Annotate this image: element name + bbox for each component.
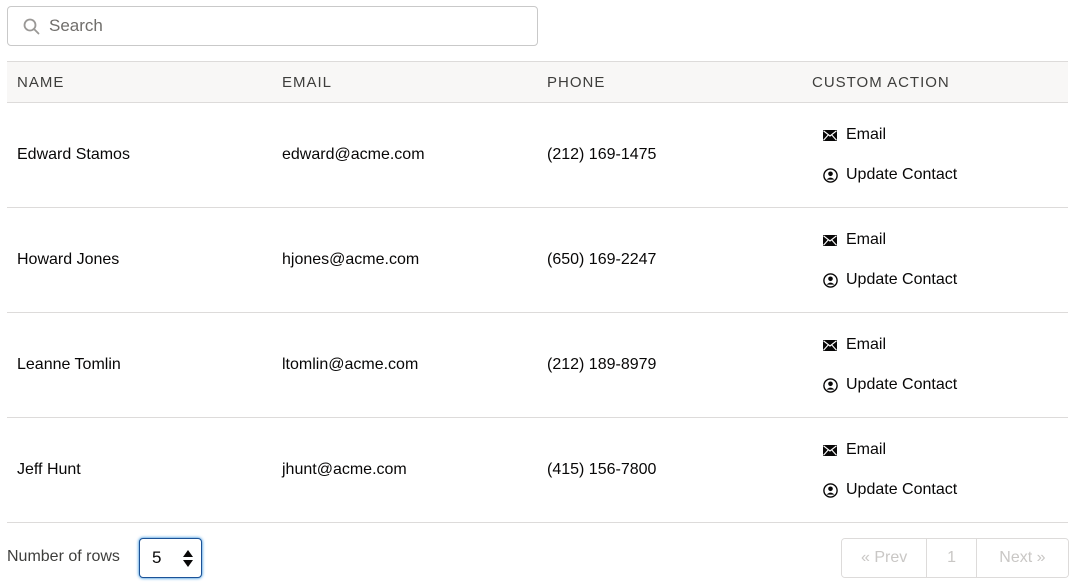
cell-phone: (212) 189-8979 (547, 356, 657, 373)
update-contact-action-button[interactable]: Update Contact (822, 376, 1068, 394)
update-contact-action-button[interactable]: Update Contact (822, 166, 1068, 184)
email-action-button[interactable]: Email (822, 231, 1068, 249)
search-input[interactable] (49, 16, 509, 36)
column-header-email[interactable]: EMAIL (272, 74, 537, 91)
cell-name: Leanne Tomlin (17, 356, 121, 373)
update-contact-label: Update Contact (846, 481, 958, 498)
next-page-button[interactable]: Next » (976, 539, 1068, 577)
contacts-table: NAME EMAIL PHONE CUSTOM ACTION Edward St… (7, 61, 1068, 523)
envelope-icon (822, 337, 838, 353)
cell-phone: (212) 169-1475 (547, 146, 657, 163)
table-row: Edward Stamos edward@acme.com (212) 169-… (7, 103, 1068, 208)
search-box[interactable] (7, 6, 538, 46)
rows-per-page-value: 5 (152, 548, 162, 567)
cell-email: jhunt@acme.com (282, 461, 407, 478)
cell-email: edward@acme.com (282, 146, 425, 163)
column-header-name[interactable]: NAME (7, 74, 272, 91)
email-action-button[interactable]: Email (822, 336, 1068, 354)
email-action-label: Email (846, 231, 887, 248)
cell-name: Edward Stamos (17, 146, 130, 163)
user-circle-icon (822, 482, 838, 498)
cell-email: ltomlin@acme.com (282, 356, 419, 373)
envelope-icon (822, 442, 838, 458)
envelope-icon (822, 232, 838, 248)
update-contact-action-button[interactable]: Update Contact (822, 481, 1068, 499)
cell-phone: (650) 169-2247 (547, 251, 657, 268)
user-circle-icon (822, 272, 838, 288)
update-contact-label: Update Contact (846, 271, 958, 288)
email-action-label: Email (846, 336, 887, 353)
rows-per-page-input[interactable]: 5 (139, 538, 202, 578)
rows-per-page-label: Number of rows (7, 548, 120, 565)
update-contact-action-button[interactable]: Update Contact (822, 271, 1068, 289)
table-row: Jeff Hunt jhunt@acme.com (415) 156-7800 … (7, 418, 1068, 523)
cell-phone: (415) 156-7800 (547, 461, 657, 478)
table-header: NAME EMAIL PHONE CUSTOM ACTION (7, 62, 1068, 103)
update-contact-label: Update Contact (846, 376, 958, 393)
cell-custom-action: Email Update Contact (802, 231, 1068, 289)
pagination: « Prev 1 Next » (841, 538, 1069, 578)
prev-page-button[interactable]: « Prev (842, 539, 928, 577)
envelope-icon (822, 127, 838, 143)
cell-custom-action: Email Update Contact (802, 336, 1068, 394)
cell-name: Howard Jones (17, 251, 120, 268)
cell-email: hjones@acme.com (282, 251, 420, 268)
table-row: Leanne Tomlin ltomlin@acme.com (212) 189… (7, 313, 1068, 418)
table-row: Howard Jones hjones@acme.com (650) 169-2… (7, 208, 1068, 313)
user-circle-icon (822, 167, 838, 183)
update-contact-label: Update Contact (846, 166, 958, 183)
search-icon (22, 17, 40, 35)
page-number-button[interactable]: 1 (927, 539, 977, 577)
column-header-phone[interactable]: PHONE (537, 74, 802, 91)
email-action-label: Email (846, 126, 887, 143)
stepper-arrows-icon[interactable] (183, 549, 193, 567)
email-action-button[interactable]: Email (822, 441, 1068, 459)
cell-custom-action: Email Update Contact (802, 126, 1068, 184)
email-action-label: Email (846, 441, 887, 458)
cell-name: Jeff Hunt (17, 461, 81, 478)
cell-custom-action: Email Update Contact (802, 441, 1068, 499)
email-action-button[interactable]: Email (822, 126, 1068, 144)
user-circle-icon (822, 377, 838, 393)
column-header-custom-action[interactable]: CUSTOM ACTION (802, 74, 1068, 91)
